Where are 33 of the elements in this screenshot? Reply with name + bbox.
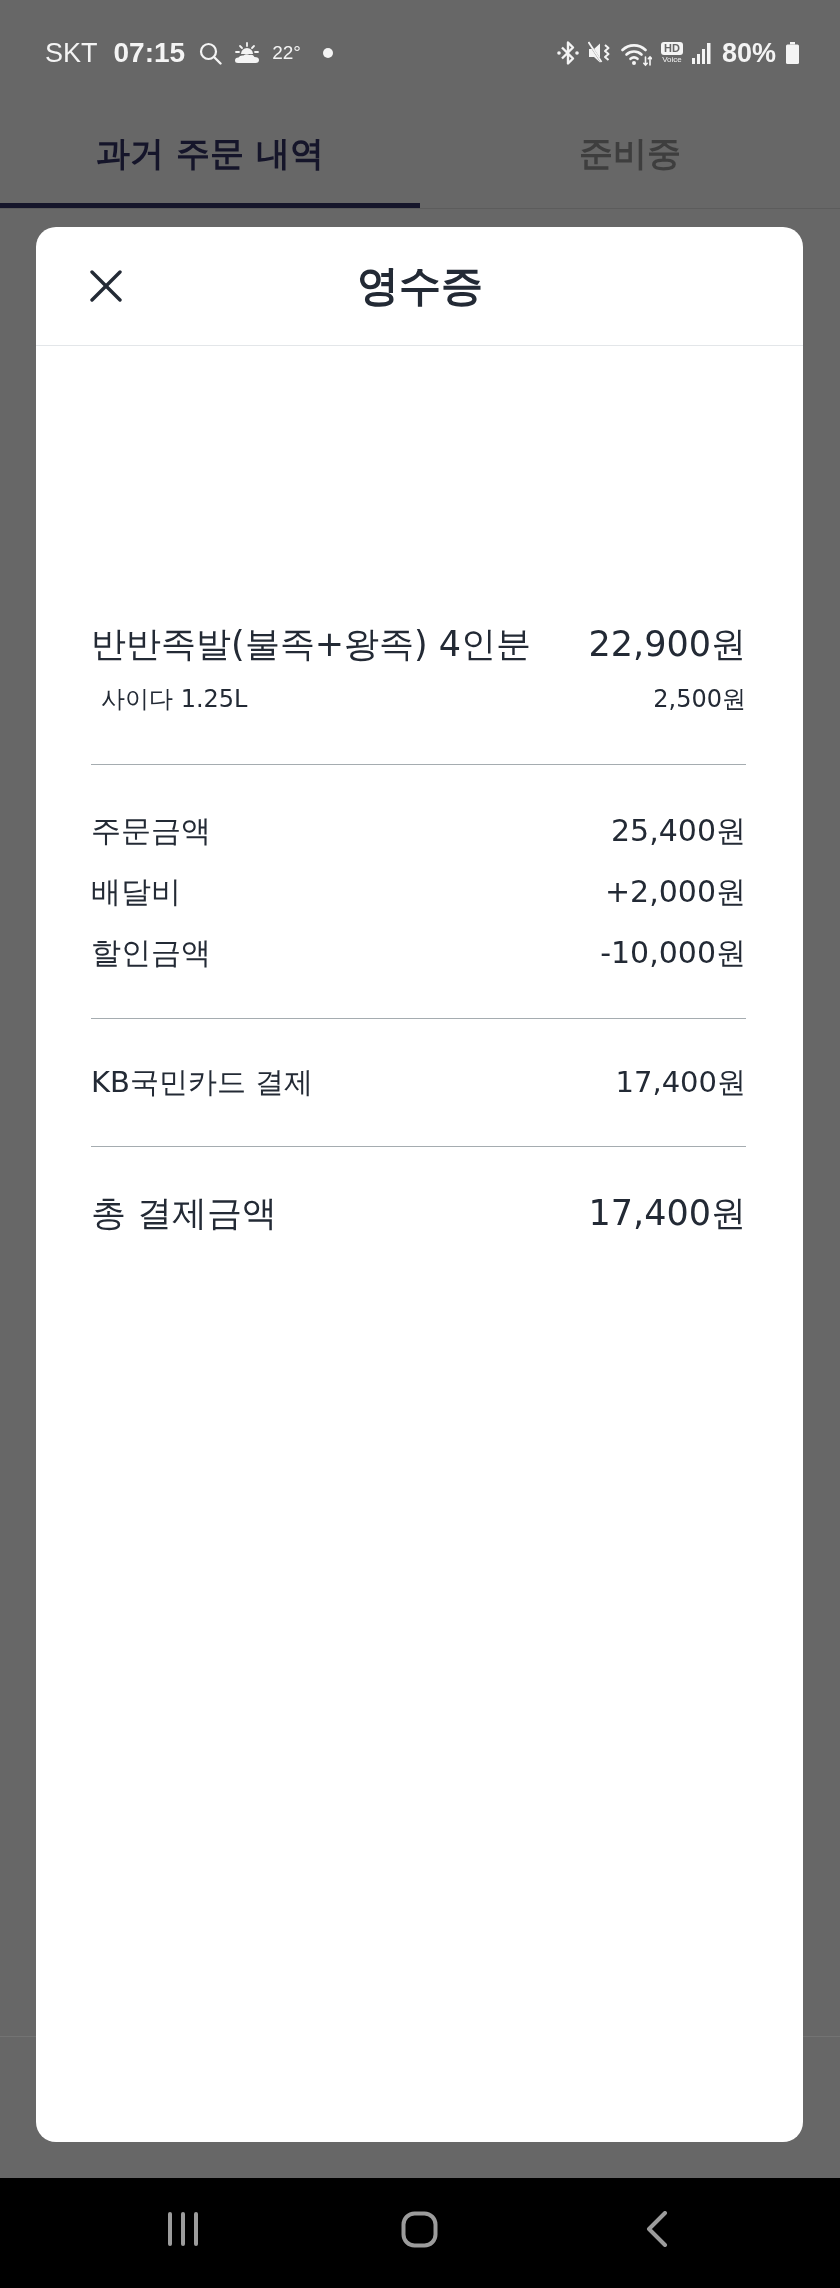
- summary-label: 배달비: [91, 872, 181, 911]
- bluetooth-icon: [557, 40, 580, 66]
- payment-amount: 17,400원: [615, 1063, 746, 1101]
- clock-time: 07:15: [113, 37, 186, 69]
- receipt-title: 영수증: [356, 260, 483, 312]
- notification-dot-icon: [322, 48, 333, 58]
- hd-badge: HD: [661, 42, 683, 55]
- voice-label: Voice: [662, 56, 682, 64]
- close-button[interactable]: [89, 269, 123, 303]
- total-label: 총 결제금액: [91, 1192, 278, 1236]
- item-price: 22,900원: [588, 623, 746, 666]
- battery-icon: [785, 42, 800, 64]
- sun-cloud-icon: [234, 42, 261, 64]
- summary-label: 할인금액: [91, 933, 211, 972]
- summary-amount: +2,000원: [604, 872, 746, 911]
- item-name: 사이다 1.25L: [101, 683, 248, 715]
- summary-label: 주문금액: [91, 811, 211, 850]
- close-icon: [90, 270, 122, 302]
- home-icon[interactable]: [401, 2210, 439, 2248]
- payment-method: KB국민카드 결제: [91, 1063, 314, 1101]
- search-icon: [199, 41, 223, 65]
- tab[interactable]: 과거 주문 내역: [0, 100, 420, 208]
- total-amount: 17,400원: [588, 1192, 746, 1236]
- temperature: 22°: [272, 42, 301, 64]
- summary-amount: -10,000원: [600, 933, 746, 972]
- item-name: 반반족발(불족+왕족) 4인분: [91, 623, 532, 666]
- battery-level: 80%: [721, 37, 776, 69]
- carrier-name: SKT: [45, 37, 98, 69]
- item-price: 2,500원: [653, 683, 746, 715]
- summary-amount: 25,400원: [611, 811, 746, 850]
- signal-bars-icon: [691, 42, 711, 64]
- recent-apps-icon[interactable]: [167, 2211, 200, 2247]
- back-icon[interactable]: [645, 2211, 668, 2247]
